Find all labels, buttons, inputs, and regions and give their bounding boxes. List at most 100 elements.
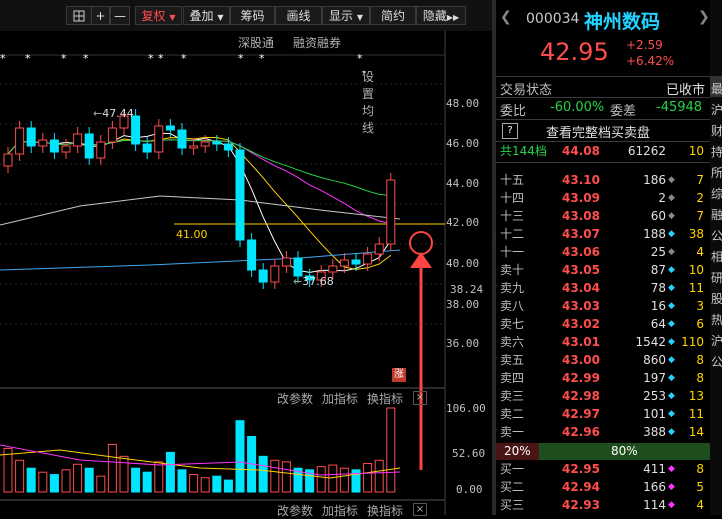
level-volume: 188 bbox=[643, 227, 666, 241]
level-label: 卖七 bbox=[500, 317, 525, 331]
volume-bar bbox=[235, 420, 245, 493]
ratio-left: 20% bbox=[504, 444, 531, 458]
ask-row[interactable]: 卖二 42.97 101 ◆ 11 bbox=[496, 406, 710, 423]
close-indicator-button[interactable]: × bbox=[413, 391, 427, 405]
candle-body bbox=[363, 253, 373, 265]
level-label: 十一 bbox=[500, 245, 525, 259]
total-vol: 61262 bbox=[627, 144, 666, 158]
event-star-icon: * bbox=[259, 52, 265, 65]
price-change: +2.59 bbox=[626, 38, 663, 52]
volume-bar bbox=[165, 451, 175, 493]
change-params-link[interactable]: 改参数 bbox=[277, 390, 313, 407]
level-label: 买三 bbox=[500, 498, 525, 512]
ask-row[interactable]: 卖九 43.04 78 ◆ 11 bbox=[496, 280, 710, 297]
candle-body bbox=[38, 139, 48, 147]
side-tab-label: 所 bbox=[711, 166, 722, 180]
candle-body bbox=[154, 125, 164, 153]
level-volume: 78 bbox=[650, 281, 666, 295]
level-label: 卖四 bbox=[500, 371, 525, 385]
volume-bar bbox=[142, 471, 152, 493]
volume-bar bbox=[328, 464, 338, 493]
candle-body bbox=[258, 269, 268, 283]
ask-row[interactable]: 卖一 42.96 388 ◆ 14 bbox=[496, 424, 710, 441]
price-tick: 44.00 bbox=[446, 177, 480, 190]
level-volume: 253 bbox=[643, 389, 666, 403]
chevron-left-icon[interactable]: ❮ bbox=[500, 9, 512, 25]
level-count: 3 bbox=[696, 299, 704, 313]
level-price: 43.10 bbox=[562, 173, 600, 187]
level-price: 43.05 bbox=[562, 263, 600, 277]
switch-indicator-link[interactable]: 换指标 bbox=[367, 390, 403, 407]
event-star-icon: * bbox=[25, 52, 31, 65]
close-indicator-button-2[interactable]: × bbox=[413, 503, 427, 516]
ask-row[interactable]: 卖八 43.03 16 ◆ 3 bbox=[496, 298, 710, 315]
level-label: 十四 bbox=[500, 191, 525, 205]
volume-bar bbox=[119, 455, 129, 493]
side-tab-label: 沪 bbox=[711, 334, 722, 348]
level-count: 4 bbox=[696, 245, 704, 259]
bid-row[interactable]: 买三 42.93 114 ◆ 4 bbox=[496, 497, 710, 514]
status-label: 交易状态 bbox=[500, 83, 553, 98]
price-tick: 38.00 bbox=[446, 298, 480, 311]
ask-row[interactable]: 十一 43.06 25 ◆ 4 bbox=[496, 244, 710, 261]
ask-row[interactable]: 十五 43.10 186 ◆ 7 bbox=[496, 172, 710, 189]
add-indicator-link[interactable]: 加指标 bbox=[322, 390, 358, 407]
stock-name: 神州数码 bbox=[584, 11, 661, 33]
divider bbox=[496, 76, 710, 77]
help-icon[interactable]: ? bbox=[502, 123, 518, 139]
ask-row[interactable]: 卖七 43.02 64 ◆ 6 bbox=[496, 316, 710, 333]
side-tab-label: 综 bbox=[711, 187, 722, 201]
side-tab-label: 热 bbox=[711, 313, 722, 327]
arrow-left-icon: ← bbox=[93, 107, 103, 120]
kline-svg: * * * * * * * * * * bbox=[0, 31, 446, 515]
ask-row[interactable]: 卖四 42.99 197 ◆ 8 bbox=[496, 370, 710, 387]
volume-bar bbox=[61, 469, 71, 493]
level-count: 8 bbox=[696, 353, 704, 367]
side-tab-label: 公 bbox=[711, 355, 722, 369]
divider bbox=[496, 97, 710, 98]
low-annotation: ←37.68 bbox=[293, 275, 334, 288]
level-volume: 860 bbox=[643, 353, 666, 367]
level-label: 卖三 bbox=[500, 389, 525, 403]
add-indicator-link-2[interactable]: 加指标 bbox=[322, 502, 358, 519]
level-volume: 186 bbox=[643, 173, 666, 187]
event-star-icon: * bbox=[83, 52, 89, 65]
level-count: 110 bbox=[681, 335, 704, 349]
side-tab-label: 公 bbox=[711, 229, 722, 243]
candle-body bbox=[270, 265, 280, 283]
high-value: 47.44 bbox=[102, 107, 134, 120]
full-orderbook-link[interactable]: 查看完整档买卖盘 bbox=[546, 122, 650, 141]
candle-body bbox=[293, 257, 303, 277]
event-star-icon: * bbox=[0, 52, 6, 65]
change-params-link-2[interactable]: 改参数 bbox=[277, 502, 313, 519]
level-label: 十三 bbox=[500, 209, 525, 223]
ask-row[interactable]: 卖三 42.98 253 ◆ 13 bbox=[496, 388, 710, 405]
kline-chart-area[interactable]: + — 复权 ▼ 叠加 ▼ 筹码 画线 显示 ▼ 简约 隐藏▶▶ 深股通 融资融… bbox=[0, 0, 492, 518]
ask-row[interactable]: 十四 43.09 2 ◆ 2 bbox=[496, 190, 710, 207]
bid-row[interactable]: 买一 42.95 411 ◆ 8 bbox=[496, 461, 710, 478]
level-label: 卖二 bbox=[500, 407, 525, 421]
total-count: 10 bbox=[688, 144, 704, 158]
volume-bar bbox=[281, 461, 291, 493]
ask-row[interactable]: 十三 43.08 60 ◆ 7 bbox=[496, 208, 710, 225]
side-tab-label: 相 bbox=[711, 250, 722, 264]
chevron-right-icon[interactable]: ❯ bbox=[698, 9, 710, 25]
volume-bar bbox=[270, 459, 280, 493]
ask-row[interactable]: 卖五 43.00 860 ◆ 8 bbox=[496, 352, 710, 369]
candle-body bbox=[200, 141, 210, 147]
ask-row[interactable]: 卖六 43.01 1542 ◆ 110 bbox=[496, 334, 710, 351]
level-price: 42.98 bbox=[562, 389, 600, 403]
bid-row[interactable]: 买二 42.94 166 ◆ 5 bbox=[496, 479, 710, 496]
volume-bar bbox=[363, 462, 373, 493]
switch-indicator-link-2[interactable]: 换指标 bbox=[367, 502, 403, 519]
ask-row[interactable]: 卖十 43.05 87 ◆ 10 bbox=[496, 262, 710, 279]
level-volume: 87 bbox=[650, 263, 666, 277]
volume-bar bbox=[38, 471, 48, 493]
side-tab-strip[interactable]: 最沪财持所综融公相研股热沪公 bbox=[710, 0, 722, 515]
level-price: 43.04 bbox=[562, 281, 600, 295]
side-tab-label: 财 bbox=[711, 124, 722, 138]
last-price-tick: 38.24 bbox=[450, 283, 484, 296]
level-count: 13 bbox=[688, 389, 704, 403]
ask-row[interactable]: 十二 43.07 188 ◆ 38 bbox=[496, 226, 710, 243]
volume-bar bbox=[223, 479, 233, 493]
